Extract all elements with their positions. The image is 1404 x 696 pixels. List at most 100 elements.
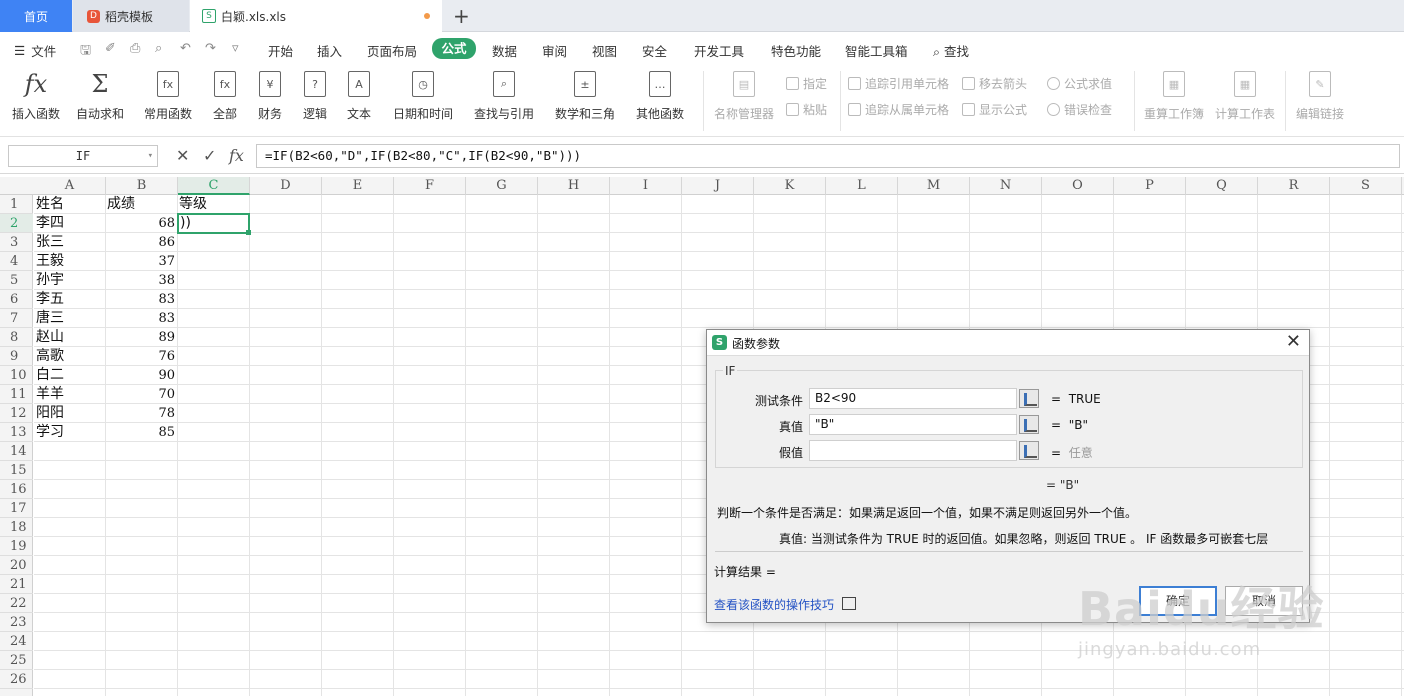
menu-developer[interactable]: 开发工具 xyxy=(694,41,744,60)
row-header-19[interactable]: 19 xyxy=(0,537,33,556)
menu-features[interactable]: 特色功能 xyxy=(771,41,821,60)
redo-icon[interactable]: ↷ xyxy=(205,41,216,56)
insert-function-fx-button[interactable]: fx xyxy=(229,146,244,165)
evaluate-formula-button[interactable]: 公式求值 xyxy=(1047,75,1112,92)
row-header-18[interactable]: 18 xyxy=(0,518,33,537)
menu-review[interactable]: 审阅 xyxy=(542,41,567,60)
menu-page-layout[interactable]: 页面布局 xyxy=(367,41,417,60)
column-header-h[interactable]: H xyxy=(538,177,610,195)
datetime-button[interactable]: ◷ 日期和时间 xyxy=(393,71,453,122)
menu-smart-toolbox[interactable]: 智能工具箱 xyxy=(845,41,908,60)
row-header-5[interactable]: 5 xyxy=(0,271,33,290)
column-header-m[interactable]: M xyxy=(898,177,970,195)
edit-links-button[interactable]: ✎ 编辑链接 xyxy=(1296,71,1344,122)
row-header-2[interactable]: 2 xyxy=(0,214,33,233)
undo-icon[interactable]: ↶ xyxy=(180,41,191,56)
paste-name-button[interactable]: 粘贴 xyxy=(786,101,827,118)
close-icon[interactable]: ✕ xyxy=(1286,331,1301,352)
define-name-button[interactable]: 指定 xyxy=(786,75,827,92)
quick-access-more-icon[interactable]: ▿ xyxy=(232,41,239,56)
column-header-e[interactable]: E xyxy=(322,177,394,195)
row-header-9[interactable]: 9 xyxy=(0,347,33,366)
row-header-11[interactable]: 11 xyxy=(0,385,33,404)
row-header-13[interactable]: 13 xyxy=(0,423,33,442)
common-functions-button[interactable]: fx 常用函数 xyxy=(144,71,192,122)
row-header-26[interactable]: 26 xyxy=(0,670,33,689)
collapse-dialog-icon[interactable] xyxy=(1019,389,1039,408)
column-header-a[interactable]: A xyxy=(34,177,106,195)
save-icon[interactable]: 🖫 xyxy=(80,41,91,63)
dialog-titlebar[interactable]: S 函数参数 ✕ xyxy=(707,330,1309,356)
row-header-17[interactable]: 17 xyxy=(0,499,33,518)
print-icon[interactable]: ⎙ xyxy=(130,41,140,56)
menu-security[interactable]: 安全 xyxy=(642,41,667,60)
column-header-d[interactable]: D xyxy=(250,177,322,195)
column-header-k[interactable]: K xyxy=(754,177,826,195)
tab-home[interactable]: 首页 xyxy=(0,0,72,32)
row-header-22[interactable]: 22 xyxy=(0,594,33,613)
column-header-n[interactable]: N xyxy=(970,177,1042,195)
other-functions-button[interactable]: … 其他函数 xyxy=(636,71,684,122)
row-header-6[interactable]: 6 xyxy=(0,290,33,309)
confirm-formula-button[interactable]: ✓ xyxy=(203,146,216,165)
row-header-23[interactable]: 23 xyxy=(0,613,33,632)
active-cell[interactable] xyxy=(177,213,251,235)
row-header-3[interactable]: 3 xyxy=(0,233,33,252)
row-header-15[interactable]: 15 xyxy=(0,461,33,480)
row-header-7[interactable]: 7 xyxy=(0,309,33,328)
tab-template[interactable]: D 稻壳模板 xyxy=(73,0,189,32)
column-header-g[interactable]: G xyxy=(466,177,538,195)
cancel-formula-button[interactable]: ✕ xyxy=(176,146,189,165)
remove-arrows-button[interactable]: 移去箭头 xyxy=(962,75,1027,92)
row-header-10[interactable]: 10 xyxy=(0,366,33,385)
name-manager-button[interactable]: ▤ 名称管理器 xyxy=(714,71,774,122)
menu-formula[interactable]: 公式 xyxy=(432,38,476,59)
recalc-workbook-button[interactable]: ▦ 重算工作簿 xyxy=(1144,71,1204,122)
finance-button[interactable]: ¥ 财务 xyxy=(258,71,282,122)
column-header-s[interactable]: S xyxy=(1330,177,1402,195)
search-button[interactable]: ⌕ 查找 xyxy=(933,41,969,60)
column-header-b[interactable]: B xyxy=(106,177,178,195)
menu-start[interactable]: 开始 xyxy=(268,41,293,60)
collapse-dialog-icon[interactable] xyxy=(1019,415,1039,434)
row-header-1[interactable]: 1 xyxy=(0,195,33,214)
show-formulas-button[interactable]: 显示公式 xyxy=(962,101,1027,118)
row-header-21[interactable]: 21 xyxy=(0,575,33,594)
row-header-20[interactable]: 20 xyxy=(0,556,33,575)
column-header-q[interactable]: Q xyxy=(1186,177,1258,195)
column-header-o[interactable]: O xyxy=(1042,177,1114,195)
text-functions-button[interactable]: A 文本 xyxy=(347,71,371,122)
name-box[interactable]: IF ▾ xyxy=(8,145,158,167)
new-tab-button[interactable]: + xyxy=(453,4,470,28)
menu-data[interactable]: 数据 xyxy=(492,41,517,60)
error-check-button[interactable]: 错误检查 xyxy=(1047,101,1112,118)
row-header-12[interactable]: 12 xyxy=(0,404,33,423)
lookup-button[interactable]: ⌕ 查找与引用 xyxy=(474,71,534,122)
function-tips-link[interactable]: 查看该函数的操作技巧 xyxy=(714,596,834,613)
row-header-16[interactable]: 16 xyxy=(0,480,33,499)
column-header-r[interactable]: R xyxy=(1258,177,1330,195)
trace-dependents-button[interactable]: 追踪从属单元格 xyxy=(848,101,949,118)
column-header-l[interactable]: L xyxy=(826,177,898,195)
column-header-j[interactable]: J xyxy=(682,177,754,195)
file-menu[interactable]: ☰ 文件 xyxy=(14,41,56,60)
param-input-test[interactable]: B2<90 xyxy=(809,388,1017,409)
row-header-25[interactable]: 25 xyxy=(0,651,33,670)
menu-view[interactable]: 视图 xyxy=(592,41,617,60)
print-preview-icon[interactable]: ⌕ xyxy=(155,41,162,56)
video-icon[interactable] xyxy=(842,597,856,610)
calc-sheet-button[interactable]: ▦ 计算工作表 xyxy=(1215,71,1275,122)
row-header-14[interactable]: 14 xyxy=(0,442,33,461)
math-button[interactable]: ± 数学和三角 xyxy=(555,71,615,122)
tab-file[interactable]: S 白颖.xls.xls xyxy=(190,0,442,32)
column-header-p[interactable]: P xyxy=(1114,177,1186,195)
row-header-8[interactable]: 8 xyxy=(0,328,33,347)
collapse-dialog-icon[interactable] xyxy=(1019,441,1039,460)
insert-function-button[interactable]: fx 插入函数 xyxy=(12,70,60,122)
param-input-true[interactable]: "B" xyxy=(809,414,1017,435)
fill-handle[interactable] xyxy=(246,230,251,235)
param-input-false[interactable] xyxy=(809,440,1017,461)
row-header-24[interactable]: 24 xyxy=(0,632,33,651)
row-header-4[interactable]: 4 xyxy=(0,252,33,271)
logic-button[interactable]: ? 逻辑 xyxy=(303,71,327,122)
